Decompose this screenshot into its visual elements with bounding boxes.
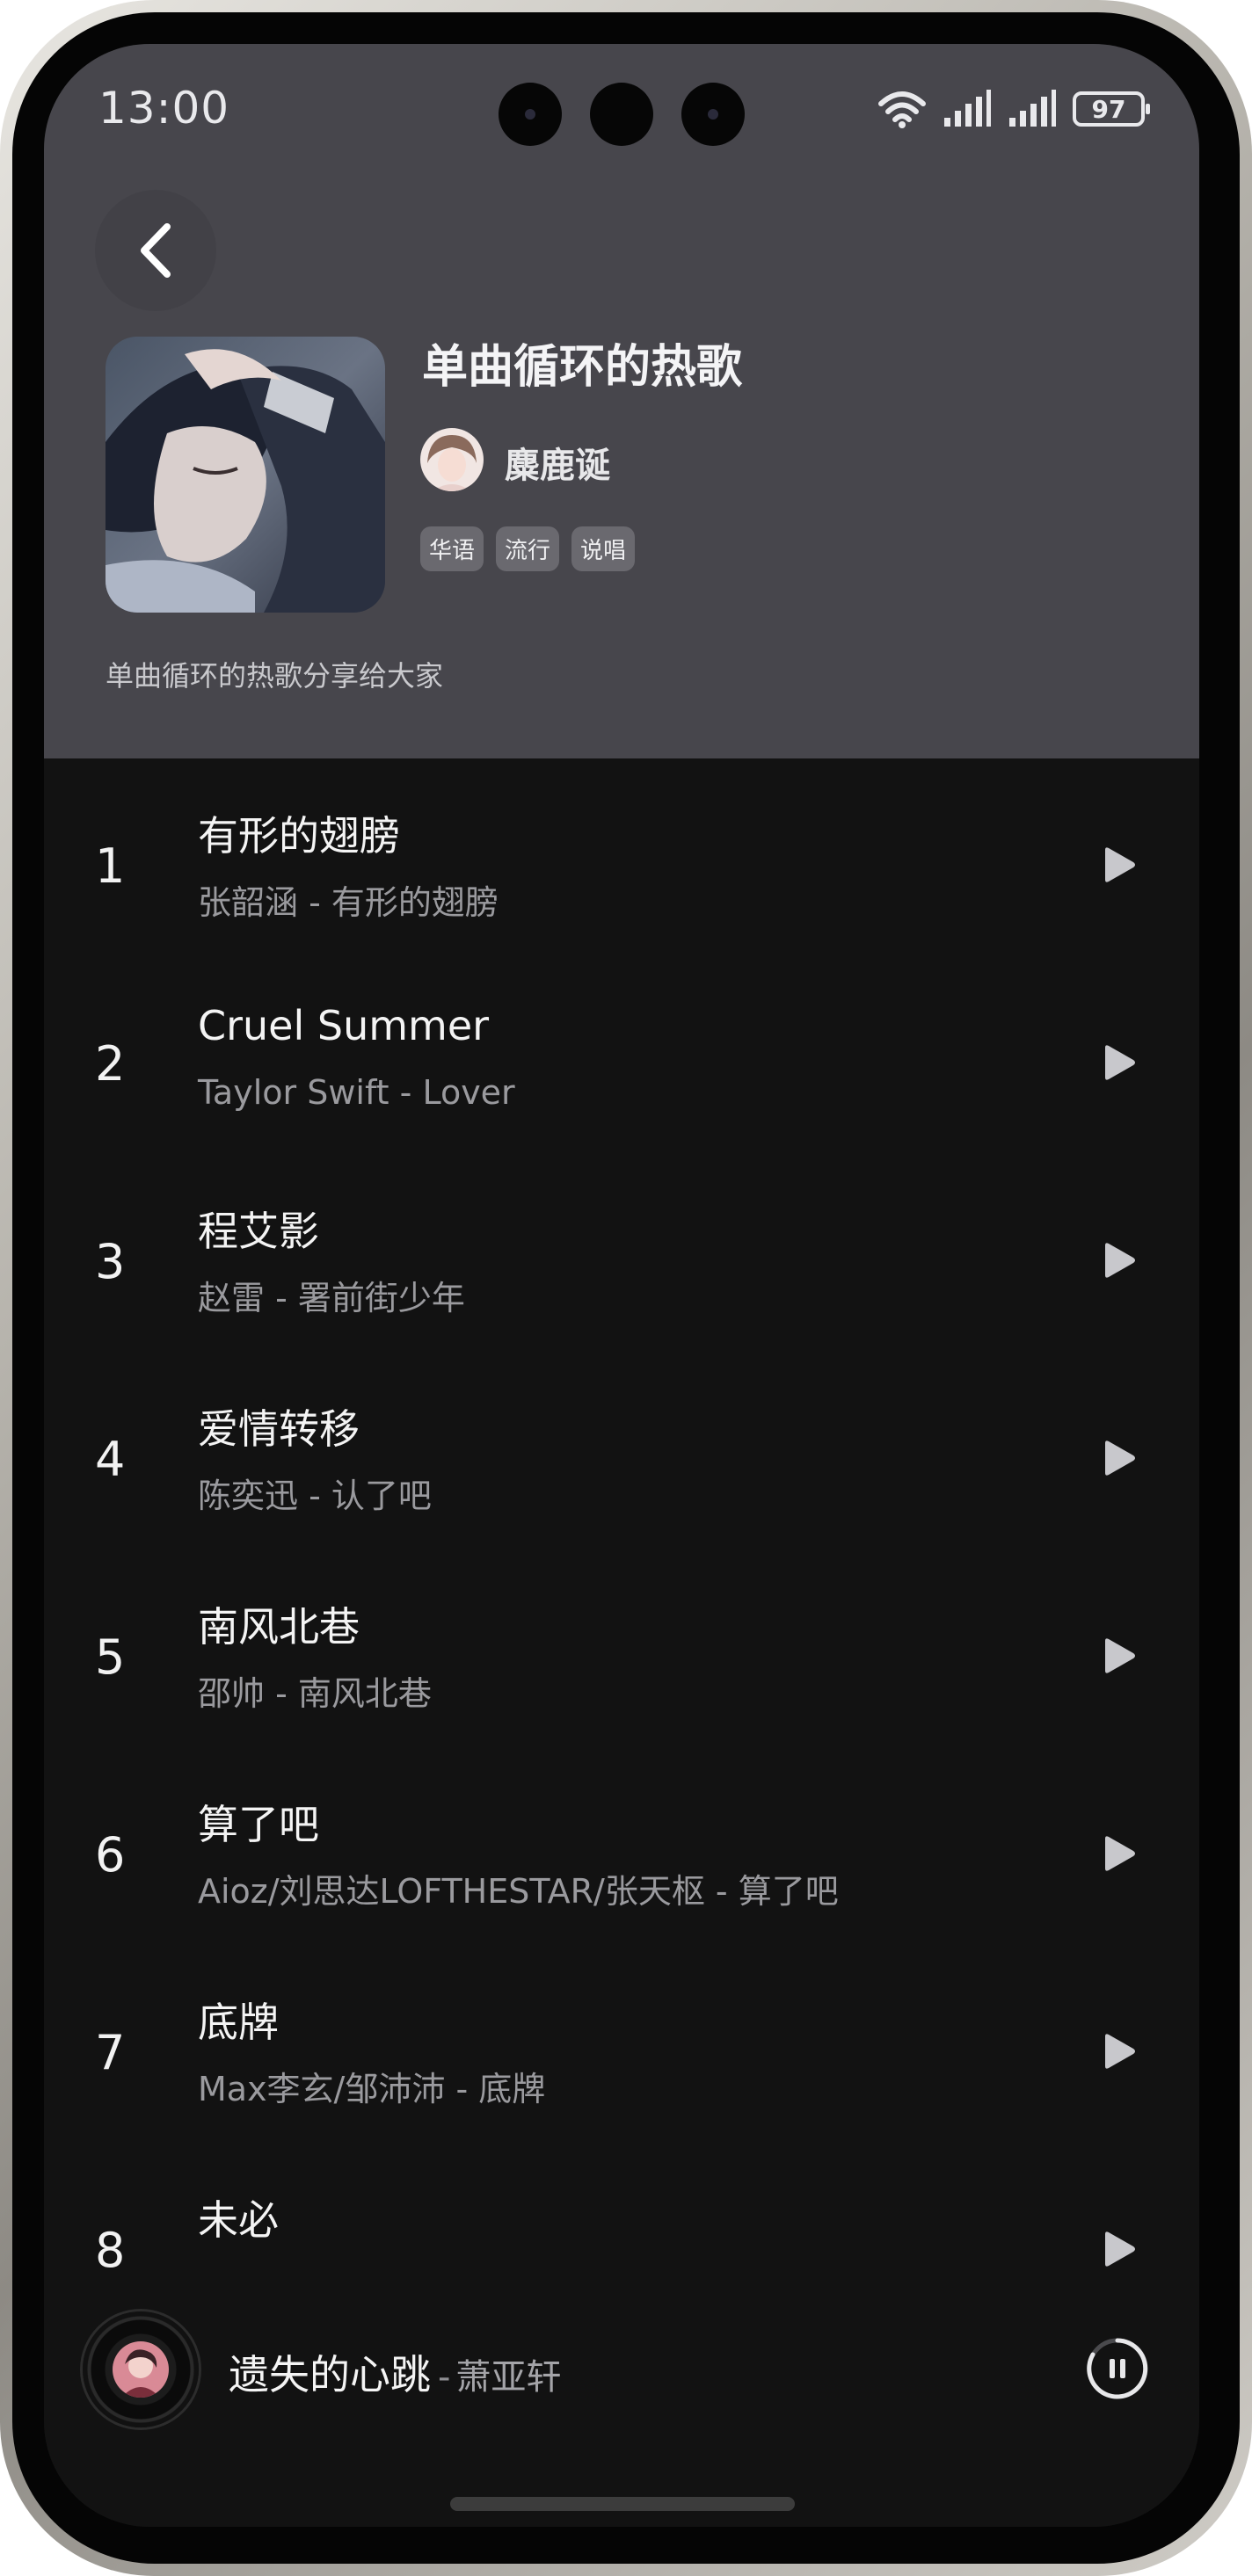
play-icon[interactable]	[1102, 1835, 1137, 1872]
wifi-icon	[878, 91, 926, 128]
play-icon[interactable]	[1102, 1242, 1137, 1279]
signal-icon	[1009, 90, 1056, 127]
tag-chip[interactable]: 华语	[420, 526, 484, 571]
track-subtitle: 张韶涵 - 有形的翅膀	[198, 883, 499, 922]
avatar[interactable]	[420, 428, 484, 491]
play-icon[interactable]	[1102, 846, 1137, 883]
track-row[interactable]: 2 Cruel Summer Taylor Swift - Lover	[44, 956, 1199, 1154]
play-icon[interactable]	[1102, 2033, 1137, 2070]
cover-art-image	[106, 337, 385, 613]
now-playing-disc[interactable]	[83, 2311, 199, 2427]
track-row[interactable]: 3 程艾影 赵雷 - 署前街少年	[44, 1154, 1199, 1352]
now-playing-title: 遗失的心跳	[229, 2351, 431, 2398]
pause-icon[interactable]	[1086, 2337, 1149, 2400]
status-time: 13:00	[98, 83, 230, 134]
track-row[interactable]: 1 有形的翅膀 张韶涵 - 有形的翅膀	[44, 758, 1199, 956]
camera-icon	[681, 83, 745, 146]
home-indicator[interactable]	[450, 2497, 795, 2511]
track-number: 4	[95, 1432, 126, 1487]
tag-list: 华语 流行 说唱	[420, 526, 636, 571]
track-title: 未必	[198, 2196, 279, 2244]
battery-icon: 97	[1073, 91, 1150, 127]
creator-name[interactable]: 麋鹿诞	[505, 437, 610, 488]
track-number: 8	[95, 2223, 126, 2278]
now-playing-separator: -	[438, 2357, 451, 2398]
playlist-cover[interactable]	[106, 337, 385, 613]
track-number: 2	[95, 1036, 126, 1092]
camera-icon	[590, 83, 653, 146]
playlist-description: 单曲循环的热歌分享给大家	[106, 659, 444, 693]
tag-chip[interactable]: 说唱	[571, 526, 636, 571]
signal-icon	[944, 90, 991, 127]
back-button[interactable]	[95, 190, 216, 311]
play-icon[interactable]	[1102, 2231, 1137, 2268]
play-icon[interactable]	[1102, 1044, 1137, 1081]
track-subtitle: 赵雷 - 署前街少年	[198, 1279, 465, 1317]
track-row[interactable]: 7 底牌 Max李玄/邹沛沛 - 底牌	[44, 1945, 1199, 2143]
now-playing-artist: 萧亚轩	[455, 2357, 562, 2398]
track-subtitle: 邵帅 - 南风北巷	[198, 1674, 432, 1713]
track-title: 南风北巷	[198, 1603, 360, 1651]
album-art-image	[113, 2341, 169, 2398]
track-subtitle: Aioz/刘思达LOFTHESTAR/张天枢 - 算了吧	[198, 1872, 839, 1911]
track-title: Cruel Summer	[198, 1002, 490, 1049]
play-icon[interactable]	[1102, 1440, 1137, 1477]
play-icon[interactable]	[1102, 1637, 1137, 1674]
playlist-header: 13:00 97 单曲循环的热歌 麋鹿诞 华语 流行 说唱 单曲循环的热歌分享给…	[44, 44, 1199, 758]
playlist-title: 单曲循环的热歌	[422, 341, 743, 394]
camera-icon	[499, 83, 562, 146]
track-row[interactable]: 6 算了吧 Aioz/刘思达LOFTHESTAR/张天枢 - 算了吧	[44, 1747, 1199, 1945]
chevron-left-icon	[141, 223, 171, 278]
screen: 13:00 97 单曲循环的热歌 麋鹿诞 华语 流行 说唱 单曲循环的热歌分享给…	[44, 44, 1199, 2527]
track-title: 程艾影	[198, 1208, 319, 1255]
tag-chip[interactable]: 流行	[496, 526, 560, 571]
track-subtitle: 陈奕迅 - 认了吧	[198, 1477, 432, 1515]
track-number: 7	[95, 2025, 126, 2080]
track-row[interactable]: 4 爱情转移 陈奕迅 - 认了吧	[44, 1352, 1199, 1549]
track-subtitle: Taylor Swift - Lover	[198, 1073, 515, 1112]
track-title: 算了吧	[198, 1801, 319, 1848]
track-title: 有形的翅膀	[198, 812, 400, 860]
track-row[interactable]: 5 南风北巷 邵帅 - 南风北巷	[44, 1549, 1199, 1747]
track-title: 爱情转移	[198, 1405, 360, 1453]
track-number: 5	[95, 1629, 126, 1685]
battery-level: 97	[1091, 94, 1126, 124]
track-subtitle: Max李玄/邹沛沛 - 底牌	[198, 2070, 546, 2108]
track-number: 6	[95, 1827, 126, 1883]
track-title: 底牌	[198, 1999, 279, 2046]
now-playing-info[interactable]: 遗失的心跳 - 萧亚轩	[229, 2343, 561, 2401]
mini-player[interactable]: 遗失的心跳 - 萧亚轩	[44, 2311, 1199, 2527]
status-icons: 97	[877, 90, 1150, 128]
track-number: 1	[95, 838, 126, 894]
track-number: 3	[95, 1234, 126, 1289]
